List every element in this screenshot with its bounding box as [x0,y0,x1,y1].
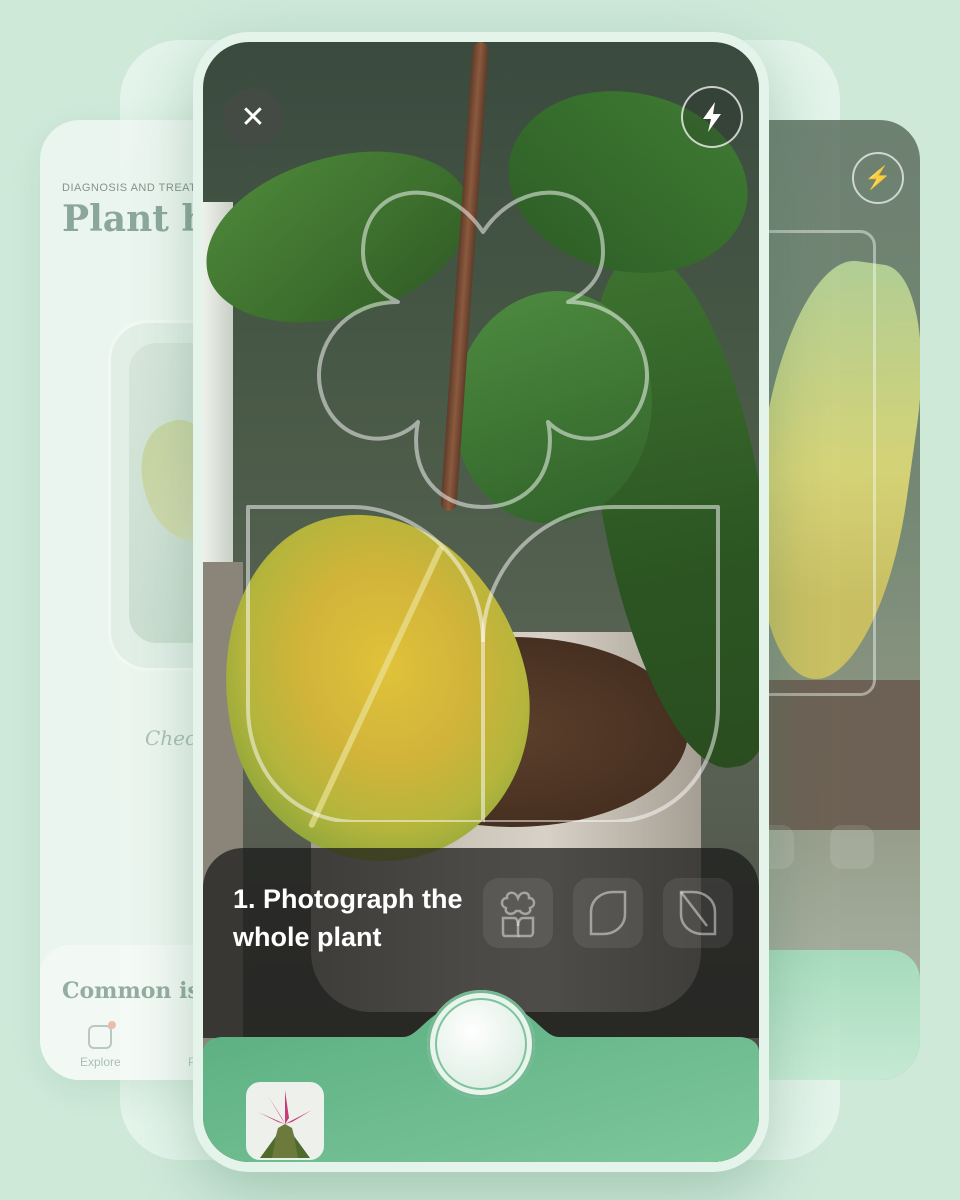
bromeliad-photo [248,1084,322,1158]
shutter-inner [435,998,527,1090]
camera-screen: ✕ 1. Photograph the whole plant [203,42,759,1162]
section-kicker: DIAGNOSIS AND TREATM [62,182,207,194]
gallery-thumbnail[interactable] [246,1082,324,1160]
instruction-text: 1. Photograph the whole plant [233,884,463,952]
tab-explore[interactable]: Explore [80,1021,121,1069]
explore-icon [88,1021,116,1049]
common-issues-heading: Common iss [62,978,213,1004]
phone-frame: ✕ 1. Photograph the whole plant [193,32,769,1172]
leaf-back-step-icon [679,890,717,936]
leaf-back-step-icon [830,825,874,869]
camera-guide-outline [246,190,720,822]
whole-plant-step-icon [500,891,536,938]
leaf-back-step[interactable] [663,878,733,948]
leaf-front-step-icon [589,890,627,936]
flash-button[interactable] [681,86,743,148]
tab-explore-label: Explore [80,1055,121,1069]
notification-dot [108,1021,116,1029]
whole-plant-step[interactable] [483,878,553,948]
flash-icon[interactable]: ⚡ [852,152,904,204]
flash-icon [703,102,721,132]
check-link[interactable]: Chec [145,726,196,750]
close-icon[interactable]: ✕ [223,88,283,148]
leaf-front-step[interactable] [573,878,643,948]
shutter-button[interactable] [427,990,535,1098]
soil-photo [760,680,920,830]
